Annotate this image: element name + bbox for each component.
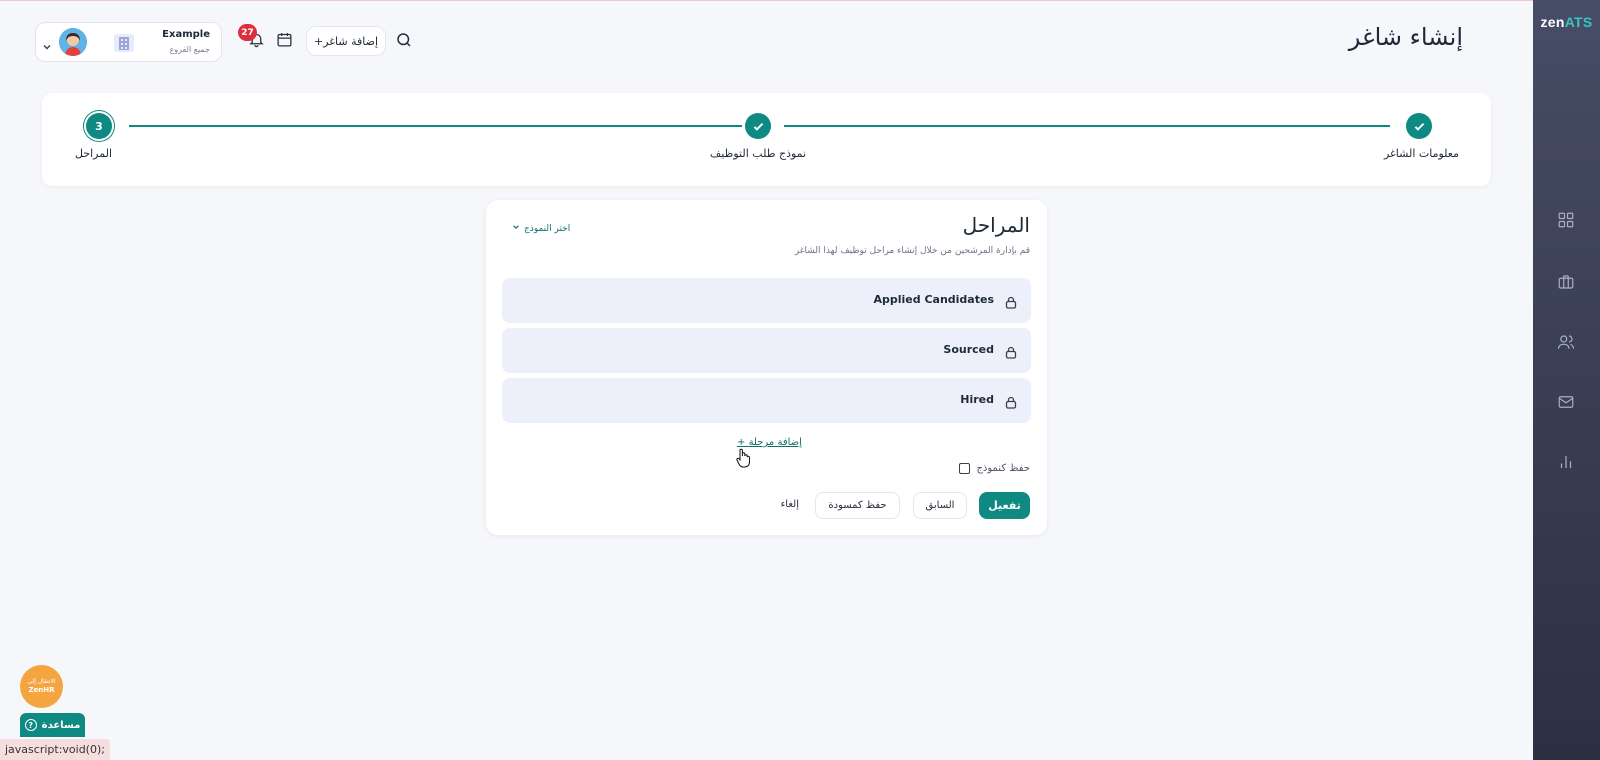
step-check-icon [745, 113, 771, 139]
notification-badge: 27 [238, 24, 257, 41]
help-icon: ? [24, 719, 37, 731]
building-icon [114, 34, 134, 52]
step-connector [129, 125, 742, 127]
sidebar: zenATS [1533, 0, 1600, 760]
avatar [59, 28, 87, 56]
save-as-template-label: حفظ كنموذج [976, 463, 1030, 474]
add-job-button[interactable]: +إضافة شاغر [306, 26, 386, 56]
brand-logo[interactable]: zenATS [1533, 14, 1600, 30]
users-icon[interactable] [1555, 331, 1577, 353]
top-divider [0, 0, 1533, 1]
previous-button[interactable]: السابق [913, 492, 967, 519]
stages-subtitle: قم بإدارة المرشحين من خلال إنشاء مراحل ت… [794, 246, 1030, 256]
stage-name: Applied Candidates [873, 293, 994, 306]
bar-chart-icon[interactable] [1555, 451, 1577, 473]
stages-card: المراحل قم بإدارة المرشحين من خلال إنشاء… [486, 200, 1047, 535]
stage-name: Hired [960, 393, 994, 406]
cancel-button[interactable]: إلغاء [781, 499, 799, 510]
mail-icon[interactable] [1555, 391, 1577, 413]
account-name: Example [162, 29, 210, 40]
save-as-template: حفظ كنموذج [959, 463, 1030, 474]
chevron-down-icon [42, 37, 52, 50]
stage-row-hired[interactable]: Hired [502, 378, 1031, 423]
step-current-number: 3 [86, 113, 112, 139]
stages-title: المراحل [962, 213, 1030, 237]
zenhr-label: ZenHR [28, 686, 55, 694]
brand-suffix: ATS [1564, 14, 1593, 30]
chevron-down-icon [512, 223, 520, 234]
add-stage-link[interactable]: + إضافة مرحلة [737, 437, 802, 448]
calendar-icon[interactable] [276, 31, 294, 49]
stage-row-sourced[interactable]: Sourced [502, 328, 1031, 373]
step-label-stages: المراحل [75, 147, 113, 160]
lock-icon [1005, 294, 1017, 309]
help-button[interactable]: ? مساعدة [20, 713, 85, 737]
activate-button[interactable]: تفعيل [979, 492, 1030, 519]
brand-prefix: zen [1540, 14, 1565, 30]
search-icon[interactable] [395, 31, 415, 51]
briefcase-icon[interactable] [1555, 271, 1577, 293]
step-label-job-info: معلومات الشاغر [1383, 147, 1459, 160]
switch-to-zenhr-button[interactable]: الانتقال إلى ZenHR [20, 665, 63, 708]
help-label: مساعدة [41, 719, 81, 731]
choose-template-dropdown[interactable]: اختر النموذج [512, 223, 570, 234]
stage-name: Sourced [943, 343, 994, 356]
browser-status-bar: javascript:void(0); [0, 739, 110, 760]
account-switcher[interactable]: Example جميع الفروع [35, 22, 222, 62]
lock-icon [1005, 344, 1017, 359]
stepper: معلومات الشاغر نموذج طلب التوظيف 3 المرا… [42, 93, 1491, 186]
account-branch: جميع الفروع [169, 45, 210, 54]
hand-cursor-icon [736, 448, 750, 468]
step-label-application-form: نموذج طلب التوظيف [709, 147, 807, 160]
page-title: إنشاء شاغر [1348, 23, 1463, 51]
choose-template-label: اختر النموذج [524, 223, 571, 234]
save-as-template-checkbox[interactable] [959, 463, 971, 474]
save-draft-button[interactable]: حفظ كمسودة [815, 492, 900, 519]
lock-icon [1005, 394, 1017, 409]
stage-row-applied[interactable]: Applied Candidates [502, 278, 1031, 323]
dashboard-grid-icon[interactable] [1555, 209, 1577, 231]
zenhr-top-label: الانتقال إلى [27, 678, 56, 685]
step-check-icon [1406, 113, 1432, 139]
step-connector [784, 125, 1390, 127]
